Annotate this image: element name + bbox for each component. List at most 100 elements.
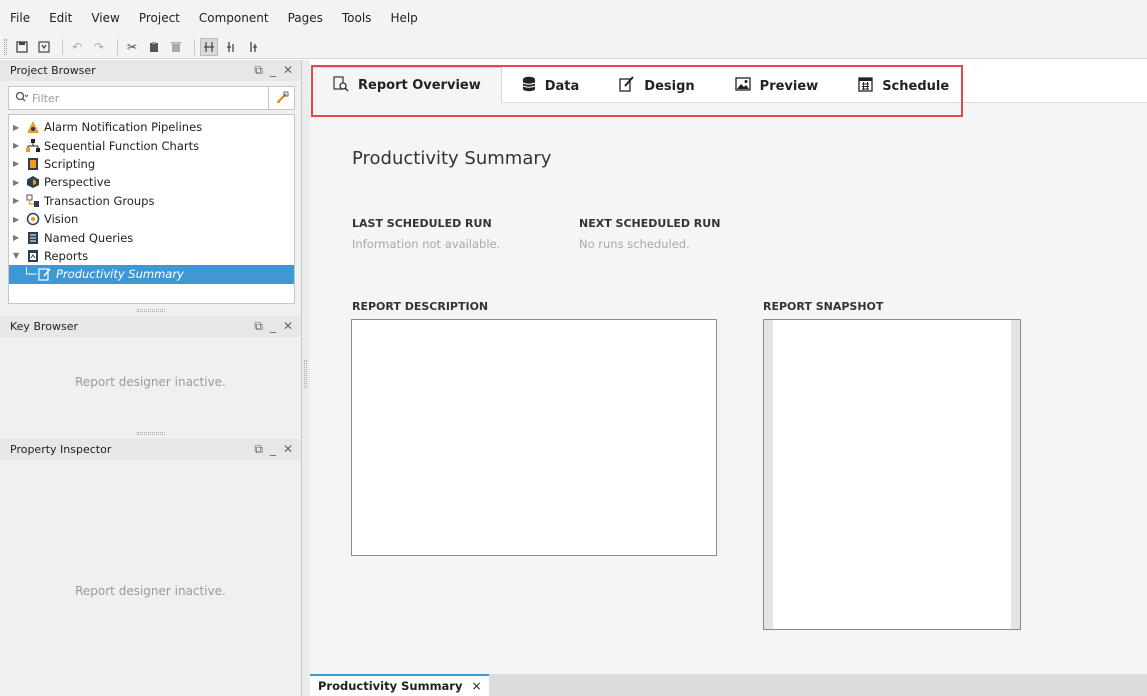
close-icon[interactable]: ✕ <box>283 63 293 78</box>
close-icon[interactable]: ✕ <box>283 442 293 457</box>
tree-item-productivity-summary[interactable]: └─ Productivity Summary <box>9 265 294 284</box>
document-tabbar: Productivity Summary × <box>310 674 1147 696</box>
perspective-icon <box>25 175 41 189</box>
menu-project[interactable]: Project <box>139 11 180 25</box>
panel-title: Property Inspector <box>10 443 112 456</box>
expand-icon[interactable]: ▶ <box>13 233 25 242</box>
float-icon[interactable]: ⧉ <box>254 319 263 334</box>
tree-item-label: Scripting <box>44 156 96 171</box>
report-tabs: Report Overview Data Design Preview Sche… <box>311 65 969 117</box>
tree-item-transaction-groups[interactable]: ▶ Transaction Groups <box>9 192 294 210</box>
report-snapshot <box>763 319 1021 630</box>
menu-tools[interactable]: Tools <box>342 11 372 25</box>
save-icon[interactable] <box>13 38 31 56</box>
toolbar-separator <box>62 38 63 55</box>
tree-item-label: Sequential Function Charts <box>44 138 200 153</box>
menu-file[interactable]: File <box>10 11 30 25</box>
panel-splitter[interactable] <box>0 304 301 316</box>
next-run-label: NEXT SCHEDULED RUN <box>579 217 721 230</box>
close-icon[interactable]: ✕ <box>283 319 293 334</box>
menu-view[interactable]: View <box>91 11 119 25</box>
collapse-icon[interactable]: ▼ <box>13 251 25 260</box>
tree-item-alarm-notification-pipelines[interactable]: ▶ Alarm Notification Pipelines <box>9 118 294 136</box>
filter-input[interactable] <box>32 91 232 105</box>
tree-item-label: Productivity Summary <box>56 267 184 282</box>
grid-icon[interactable] <box>244 38 262 56</box>
next-run-value: No runs scheduled. <box>579 237 690 251</box>
tree-item-label: Reports <box>44 248 89 263</box>
key-browser-empty: Report designer inactive. <box>0 337 301 427</box>
minimize-icon[interactable]: _ <box>270 442 276 457</box>
transaction-groups-icon <box>25 194 41 208</box>
cut-icon[interactable]: ✂ <box>123 38 141 56</box>
tree-item-named-queries[interactable]: ▶ Named Queries <box>9 228 294 246</box>
project-browser-header: Project Browser ⧉ _ ✕ <box>0 60 301 81</box>
document-tab[interactable]: Productivity Summary × <box>310 674 489 696</box>
toolbar-separator <box>117 38 118 55</box>
last-run-label: LAST SCHEDULED RUN <box>352 217 492 230</box>
redo-icon[interactable]: ↷ <box>90 38 108 56</box>
snapshot-scrollbar[interactable] <box>1011 320 1020 629</box>
empty-message: Report designer inactive. <box>75 375 226 389</box>
menu-help[interactable]: Help <box>390 11 417 25</box>
tree-branch-line: └─ <box>23 267 37 282</box>
tree-item-scripting[interactable]: ▶ Scripting <box>9 155 294 173</box>
expand-icon[interactable]: ▶ <box>13 215 25 224</box>
report-workspace: Report Overview Data Design Preview Sche… <box>310 60 1147 696</box>
project-tree: ▶ Alarm Notification Pipelines ▶ Sequent… <box>8 114 295 304</box>
snapshot-label: REPORT SNAPSHOT <box>763 300 884 313</box>
panel-title: Project Browser <box>10 64 96 77</box>
named-queries-icon <box>25 231 41 245</box>
expand-icon[interactable]: ▶ <box>13 196 25 205</box>
menu-component[interactable]: Component <box>199 11 269 25</box>
last-run-value: Information not available. <box>352 237 501 251</box>
expand-icon[interactable]: ▶ <box>13 123 25 132</box>
scripting-icon <box>25 157 41 171</box>
panel-title: Key Browser <box>10 320 79 333</box>
tree-item-label: Transaction Groups <box>44 193 155 208</box>
report-description-field[interactable] <box>351 319 717 556</box>
document-tab-label: Productivity Summary <box>318 679 463 693</box>
expand-icon[interactable]: ▶ <box>13 178 25 187</box>
property-inspector-empty: Report designer inactive. <box>0 460 301 696</box>
empty-message: Report designer inactive. <box>75 584 226 598</box>
tree-item-label: Perspective <box>44 175 111 190</box>
close-icon[interactable]: × <box>471 679 481 693</box>
float-icon[interactable]: ⧉ <box>254 63 263 78</box>
expand-icon[interactable]: ▶ <box>13 141 25 150</box>
filter-clear-icon[interactable] <box>268 87 294 109</box>
sfc-icon <box>25 138 41 153</box>
delete-icon[interactable] <box>167 38 185 56</box>
toolbar-separator <box>194 38 195 55</box>
toolbar-grip[interactable] <box>4 38 7 55</box>
tree-item-vision[interactable]: ▶ Vision <box>9 210 294 228</box>
search-icon[interactable] <box>15 91 29 106</box>
report-edit-icon <box>37 267 53 281</box>
minimize-icon[interactable]: _ <box>270 63 276 78</box>
tree-item-label: Named Queries <box>44 230 134 245</box>
dock-splitter[interactable] <box>302 60 310 696</box>
tree-item-label: Alarm Notification Pipelines <box>44 120 203 135</box>
tree-item-reports[interactable]: ▼ Reports <box>9 247 294 265</box>
tree-item-perspective[interactable]: ▶ Perspective <box>9 173 294 191</box>
filter-box <box>9 91 268 106</box>
reports-icon <box>25 249 41 263</box>
vision-icon <box>25 212 41 226</box>
paste-icon[interactable] <box>145 38 163 56</box>
minimize-icon[interactable]: _ <box>270 319 276 334</box>
report-tabbar: Report Overview Data Design Preview Sche… <box>310 60 1147 117</box>
undo-icon[interactable]: ↶ <box>68 38 86 56</box>
menu-edit[interactable]: Edit <box>49 11 72 25</box>
panel-splitter[interactable] <box>0 427 301 439</box>
distribute-icon[interactable] <box>222 38 240 56</box>
left-dock: Project Browser ⧉ _ ✕ ▶ Alarm Notificati… <box>0 60 302 696</box>
description-label: REPORT DESCRIPTION <box>352 300 489 313</box>
float-icon[interactable]: ⧉ <box>254 442 263 457</box>
menu-pages[interactable]: Pages <box>288 11 323 25</box>
filter-row <box>8 86 295 110</box>
expand-icon[interactable]: ▶ <box>13 159 25 168</box>
align-icon[interactable] <box>200 37 218 56</box>
tree-item-sequential-function-charts[interactable]: ▶ Sequential Function Charts <box>9 136 294 154</box>
tree-item-label: Vision <box>44 212 79 227</box>
save-all-icon[interactable] <box>35 38 53 56</box>
